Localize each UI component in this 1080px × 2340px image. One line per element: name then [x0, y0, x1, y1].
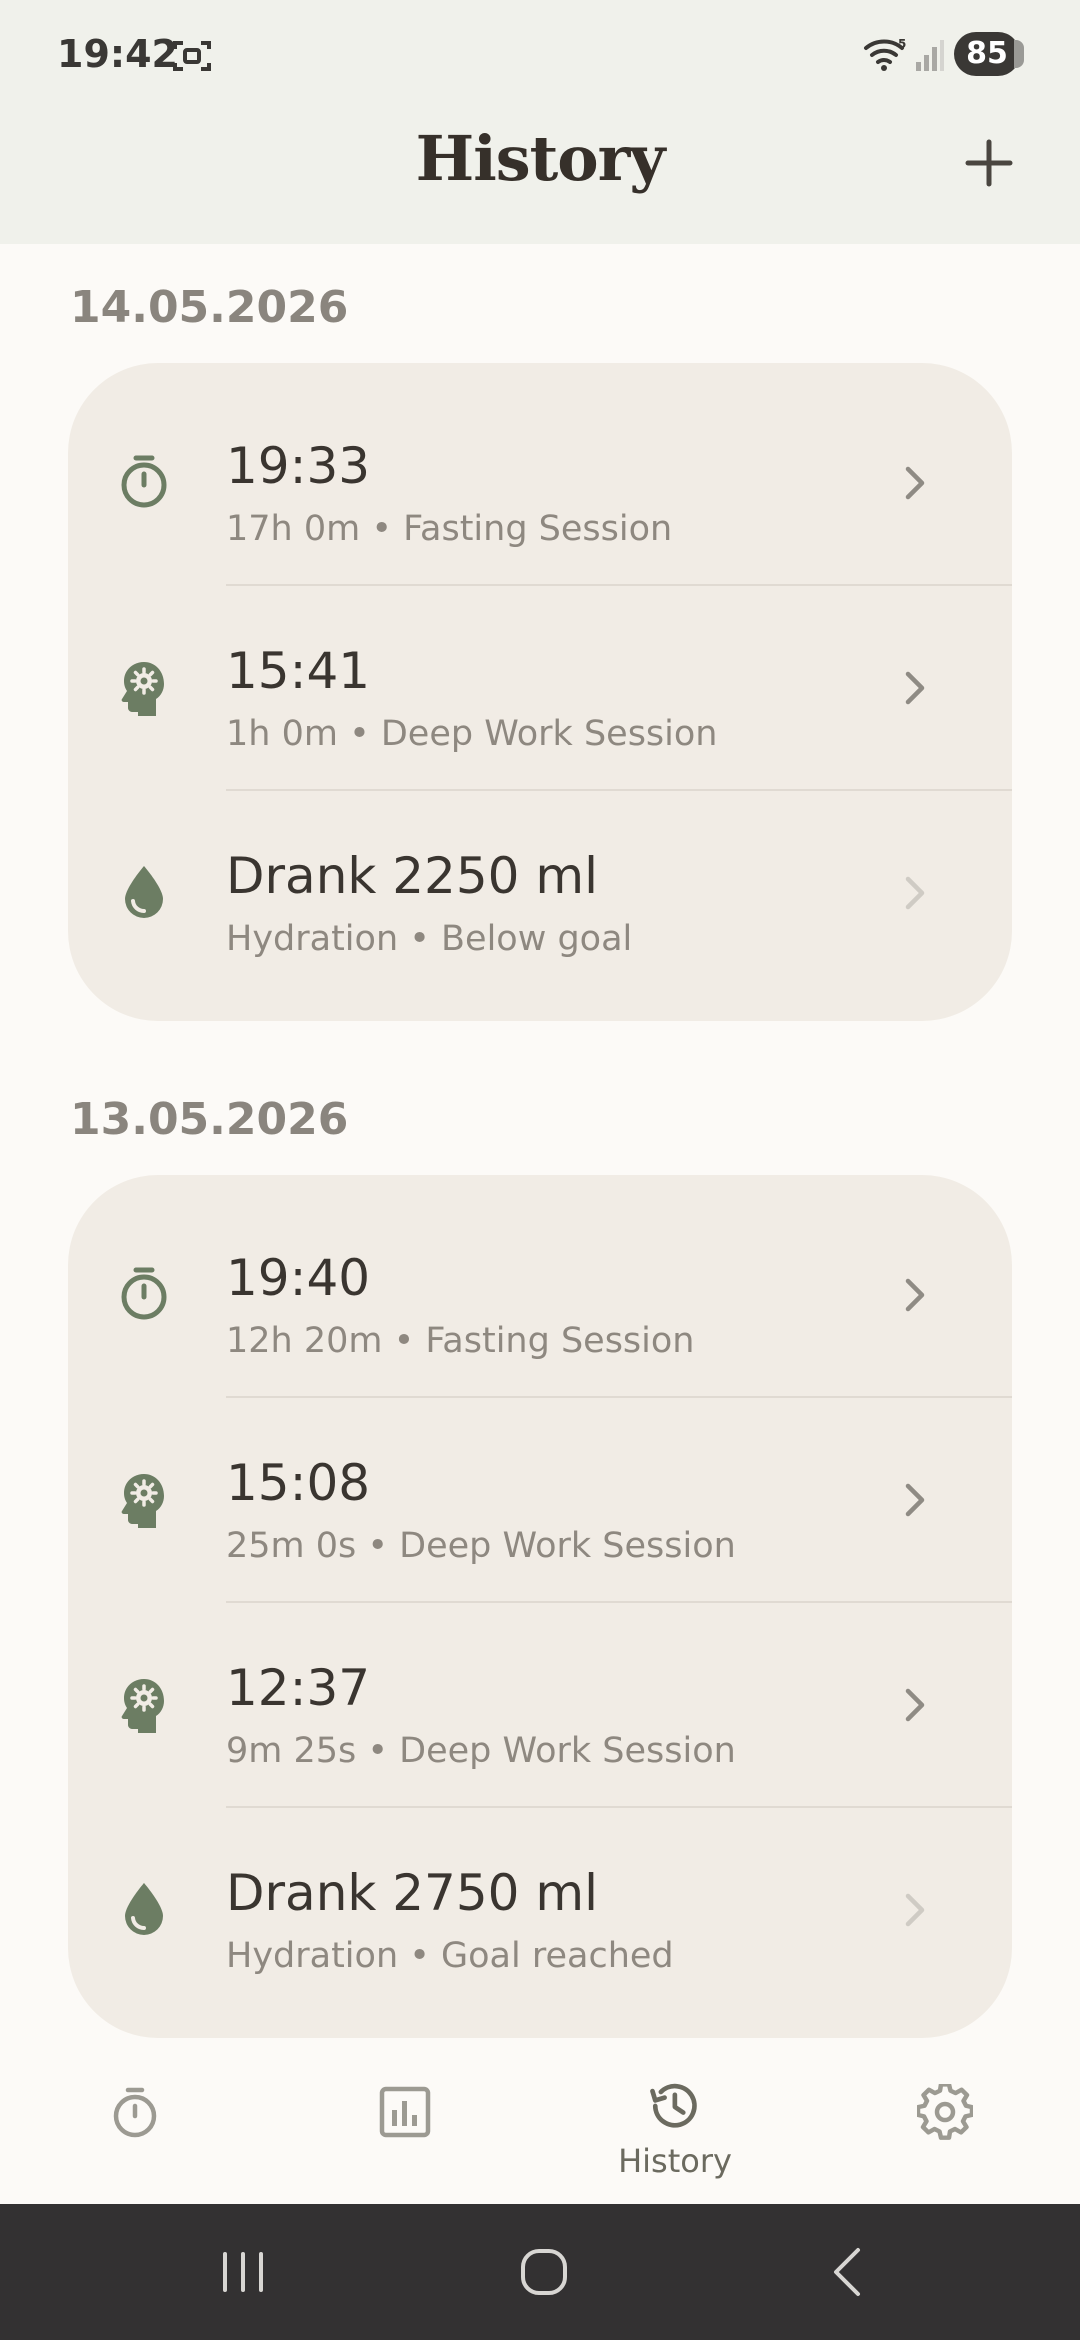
chevron-right-icon: [894, 461, 934, 505]
bar-chart-icon: [377, 2084, 433, 2140]
battery-indicator: 85: [954, 32, 1024, 76]
history-entry[interactable]: 19:40 12h 20m • Fasting Session: [68, 1191, 1012, 1396]
plus-icon: [965, 139, 1013, 187]
history-entry[interactable]: 12:37 9m 25s • Deep Work Session: [68, 1601, 1012, 1806]
back-button[interactable]: [818, 2244, 878, 2300]
entry-title: Drank 2250 ml: [226, 847, 598, 905]
bottom-nav: History: [0, 2060, 1080, 2204]
chevron-right-icon: [894, 871, 934, 915]
chevron-right-icon: [894, 1683, 934, 1727]
wifi-icon: 5: [862, 36, 910, 74]
entry-title: 19:33: [226, 437, 371, 495]
head-gear-icon: [114, 1673, 174, 1733]
head-gear-icon: [114, 656, 174, 716]
signal-icon: [914, 38, 944, 72]
system-nav-bar: [0, 2204, 1080, 2340]
history-entry[interactable]: 15:41 1h 0m • Deep Work Session: [68, 584, 1012, 789]
entry-subtitle: 17h 0m • Fasting Session: [226, 509, 673, 549]
entry-title: 12:37: [226, 1659, 371, 1717]
nav-item-stats[interactable]: [270, 2060, 540, 2204]
status-bar: 19:42 5 85: [0, 0, 1080, 112]
water-drop-icon: [114, 1878, 174, 1938]
recents-button[interactable]: [213, 2244, 273, 2300]
chevron-right-icon: [894, 1888, 934, 1932]
chevron-right-icon: [894, 666, 934, 710]
chevron-right-icon: [894, 1478, 934, 1522]
entry-subtitle: Hydration • Below goal: [226, 919, 633, 959]
nav-item-history[interactable]: History: [540, 2060, 810, 2204]
status-time: 19:42: [57, 32, 178, 76]
chevron-right-icon: [894, 1273, 934, 1317]
history-entry[interactable]: 19:33 17h 0m • Fasting Session: [68, 379, 1012, 584]
history-entry[interactable]: Drank 2250 ml Hydration • Below goal: [68, 789, 1012, 994]
entry-title: 15:41: [226, 642, 371, 700]
nav-item-settings[interactable]: [810, 2060, 1080, 2204]
section-date: 13.05.2026: [70, 1094, 349, 1145]
entry-title: Drank 2750 ml: [226, 1864, 598, 1922]
section-date: 14.05.2026: [70, 282, 349, 333]
gear-icon: [915, 2082, 975, 2140]
back-icon: [834, 2248, 860, 2296]
water-drop-icon: [114, 861, 174, 921]
entry-title: 19:40: [226, 1249, 371, 1307]
screenshot-icon: [172, 38, 212, 74]
svg-text:5: 5: [898, 37, 906, 51]
entry-subtitle: 9m 25s • Deep Work Session: [226, 1731, 736, 1771]
head-gear-icon: [114, 1468, 174, 1528]
history-entry[interactable]: 15:08 25m 0s • Deep Work Session: [68, 1396, 1012, 1601]
entry-subtitle: 12h 20m • Fasting Session: [226, 1321, 695, 1361]
history-card: 19:40 12h 20m • Fasting Session 15:08 25m 0…: [68, 1175, 1012, 2038]
history-entry[interactable]: Drank 2750 ml Hydration • Goal reached: [68, 1806, 1012, 2011]
home-icon: [521, 2249, 567, 2295]
stopwatch-icon: [114, 1263, 174, 1323]
stopwatch-icon: [114, 451, 174, 511]
page-title: History: [415, 122, 666, 195]
entry-subtitle: 25m 0s • Deep Work Session: [226, 1526, 736, 1566]
nav-item-timer[interactable]: [0, 2060, 270, 2204]
add-button[interactable]: [962, 136, 1016, 190]
recents-icon: [223, 2252, 263, 2292]
home-button[interactable]: [514, 2244, 574, 2300]
history-icon: [645, 2078, 705, 2138]
entry-title: 15:08: [226, 1454, 371, 1512]
stopwatch-icon: [107, 2084, 163, 2140]
entry-subtitle: 1h 0m • Deep Work Session: [226, 714, 718, 754]
history-card: 19:33 17h 0m • Fasting Session 15:41 1h 0m …: [68, 363, 1012, 1021]
top-bar: 19:42 5 85 History: [0, 0, 1080, 244]
nav-label: History: [618, 2142, 732, 2180]
entry-subtitle: Hydration • Goal reached: [226, 1936, 674, 1976]
